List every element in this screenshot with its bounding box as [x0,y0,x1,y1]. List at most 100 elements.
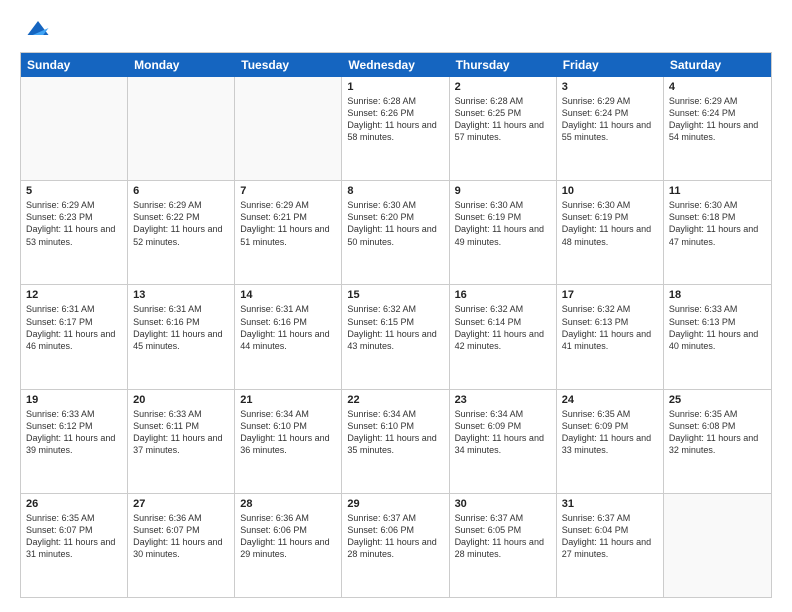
day-cell-1: 1 Sunrise: 6:28 AMSunset: 6:26 PMDaylight… [342,77,449,180]
day-number: 19 [26,394,122,406]
day-info: Sunrise: 6:30 AMSunset: 6:18 PMDaylight:… [669,199,766,248]
day-cell-10: 10 Sunrise: 6:30 AMSunset: 6:19 PMDayligh… [557,181,664,284]
day-number: 11 [669,185,766,197]
day-number: 28 [240,498,336,510]
day-number: 8 [347,185,443,197]
day-number: 29 [347,498,443,510]
day-info: Sunrise: 6:31 AMSunset: 6:16 PMDaylight:… [240,303,336,352]
day-info: Sunrise: 6:37 AMSunset: 6:06 PMDaylight:… [347,512,443,561]
empty-cell [21,77,128,180]
logo [20,18,52,42]
day-number: 10 [562,185,658,197]
day-info: Sunrise: 6:30 AMSunset: 6:19 PMDaylight:… [562,199,658,248]
week-row-5: 26Sunrise: 6:35 AMSunset: 6:07 PMDayligh… [21,494,771,597]
calendar-header: SundayMondayTuesdayWednesdayThursdayFrid… [21,53,771,77]
day-cell-17: 17 Sunrise: 6:32 AMSunset: 6:13 PMDayligh… [557,285,664,388]
day-number: 20 [133,394,229,406]
day-cell-28: 28Sunrise: 6:36 AMSunset: 6:06 PMDayligh… [235,494,342,597]
day-info: Sunrise: 6:31 AMSunset: 6:17 PMDaylight:… [26,303,122,352]
header-day-friday: Friday [557,53,664,77]
day-number: 22 [347,394,443,406]
day-info: Sunrise: 6:36 AMSunset: 6:07 PMDaylight:… [133,512,229,561]
day-number: 18 [669,289,766,301]
day-number: 12 [26,289,122,301]
day-number: 27 [133,498,229,510]
day-info: Sunrise: 6:34 AMSunset: 6:09 PMDaylight:… [455,408,551,457]
day-number: 21 [240,394,336,406]
day-cell-22: 22Sunrise: 6:34 AMSunset: 6:10 PMDayligh… [342,390,449,493]
day-cell-12: 12 Sunrise: 6:31 AMSunset: 6:17 PMDayligh… [21,285,128,388]
header-day-wednesday: Wednesday [342,53,449,77]
week-row-4: 19 Sunrise: 6:33 AMSunset: 6:12 PMDayligh… [21,390,771,494]
day-cell-30: 30Sunrise: 6:37 AMSunset: 6:05 PMDayligh… [450,494,557,597]
day-number: 24 [562,394,658,406]
day-info: Sunrise: 6:35 AMSunset: 6:08 PMDaylight:… [669,408,766,457]
day-info: Sunrise: 6:28 AMSunset: 6:26 PMDaylight:… [347,95,443,144]
day-cell-5: 5 Sunrise: 6:29 AMSunset: 6:23 PMDaylight… [21,181,128,284]
day-cell-13: 13 Sunrise: 6:31 AMSunset: 6:16 PMDayligh… [128,285,235,388]
page: SundayMondayTuesdayWednesdayThursdayFrid… [0,0,792,612]
day-cell-16: 16Sunrise: 6:32 AMSunset: 6:14 PMDayligh… [450,285,557,388]
day-number: 14 [240,289,336,301]
day-info: Sunrise: 6:35 AMSunset: 6:09 PMDaylight:… [562,408,658,457]
day-info: Sunrise: 6:33 AMSunset: 6:12 PMDaylight:… [26,408,122,457]
day-cell-8: 8Sunrise: 6:30 AMSunset: 6:20 PMDaylight… [342,181,449,284]
day-info: Sunrise: 6:30 AMSunset: 6:19 PMDaylight:… [455,199,551,248]
day-info: Sunrise: 6:34 AMSunset: 6:10 PMDaylight:… [240,408,336,457]
day-number: 5 [26,185,122,197]
day-info: Sunrise: 6:32 AMSunset: 6:13 PMDaylight:… [562,303,658,352]
day-info: Sunrise: 6:37 AMSunset: 6:04 PMDaylight:… [562,512,658,561]
day-info: Sunrise: 6:31 AMSunset: 6:16 PMDaylight:… [133,303,229,352]
calendar: SundayMondayTuesdayWednesdayThursdayFrid… [20,52,772,598]
day-info: Sunrise: 6:29 AMSunset: 6:22 PMDaylight:… [133,199,229,248]
day-number: 16 [455,289,551,301]
header-day-thursday: Thursday [450,53,557,77]
header-day-sunday: Sunday [21,53,128,77]
day-info: Sunrise: 6:29 AMSunset: 6:23 PMDaylight:… [26,199,122,248]
day-number: 1 [347,81,443,93]
day-cell-29: 29 Sunrise: 6:37 AMSunset: 6:06 PMDayligh… [342,494,449,597]
day-cell-24: 24 Sunrise: 6:35 AMSunset: 6:09 PMDayligh… [557,390,664,493]
day-cell-20: 20 Sunrise: 6:33 AMSunset: 6:11 PMDayligh… [128,390,235,493]
day-cell-18: 18Sunrise: 6:33 AMSunset: 6:13 PMDayligh… [664,285,771,388]
week-row-3: 12 Sunrise: 6:31 AMSunset: 6:17 PMDayligh… [21,285,771,389]
day-number: 17 [562,289,658,301]
day-cell-2: 2Sunrise: 6:28 AMSunset: 6:25 PMDaylight… [450,77,557,180]
day-cell-23: 23 Sunrise: 6:34 AMSunset: 6:09 PMDayligh… [450,390,557,493]
day-number: 9 [455,185,551,197]
day-info: Sunrise: 6:32 AMSunset: 6:15 PMDaylight:… [347,303,443,352]
header [20,18,772,42]
day-cell-31: 31 Sunrise: 6:37 AMSunset: 6:04 PMDayligh… [557,494,664,597]
day-info: Sunrise: 6:29 AMSunset: 6:24 PMDaylight:… [669,95,766,144]
day-info: Sunrise: 6:29 AMSunset: 6:24 PMDaylight:… [562,95,658,144]
day-cell-7: 7Sunrise: 6:29 AMSunset: 6:21 PMDaylight… [235,181,342,284]
header-day-monday: Monday [128,53,235,77]
empty-cell [235,77,342,180]
week-row-2: 5 Sunrise: 6:29 AMSunset: 6:23 PMDaylight… [21,181,771,285]
day-cell-11: 11 Sunrise: 6:30 AMSunset: 6:18 PMDayligh… [664,181,771,284]
day-number: 7 [240,185,336,197]
day-cell-4: 4Sunrise: 6:29 AMSunset: 6:24 PMDaylight… [664,77,771,180]
logo-icon [24,14,52,42]
header-day-saturday: Saturday [664,53,771,77]
empty-cell [664,494,771,597]
day-number: 23 [455,394,551,406]
day-number: 15 [347,289,443,301]
day-cell-6: 6 Sunrise: 6:29 AMSunset: 6:22 PMDaylight… [128,181,235,284]
day-info: Sunrise: 6:35 AMSunset: 6:07 PMDaylight:… [26,512,122,561]
day-cell-14: 14 Sunrise: 6:31 AMSunset: 6:16 PMDayligh… [235,285,342,388]
day-cell-9: 9 Sunrise: 6:30 AMSunset: 6:19 PMDaylight… [450,181,557,284]
day-number: 25 [669,394,766,406]
day-cell-21: 21 Sunrise: 6:34 AMSunset: 6:10 PMDayligh… [235,390,342,493]
day-number: 13 [133,289,229,301]
day-number: 31 [562,498,658,510]
header-day-tuesday: Tuesday [235,53,342,77]
calendar-body: 1 Sunrise: 6:28 AMSunset: 6:26 PMDaylight… [21,77,771,597]
day-number: 30 [455,498,551,510]
day-cell-25: 25 Sunrise: 6:35 AMSunset: 6:08 PMDayligh… [664,390,771,493]
day-number: 3 [562,81,658,93]
day-cell-26: 26Sunrise: 6:35 AMSunset: 6:07 PMDayligh… [21,494,128,597]
day-info: Sunrise: 6:33 AMSunset: 6:11 PMDaylight:… [133,408,229,457]
day-cell-27: 27 Sunrise: 6:36 AMSunset: 6:07 PMDayligh… [128,494,235,597]
day-number: 6 [133,185,229,197]
